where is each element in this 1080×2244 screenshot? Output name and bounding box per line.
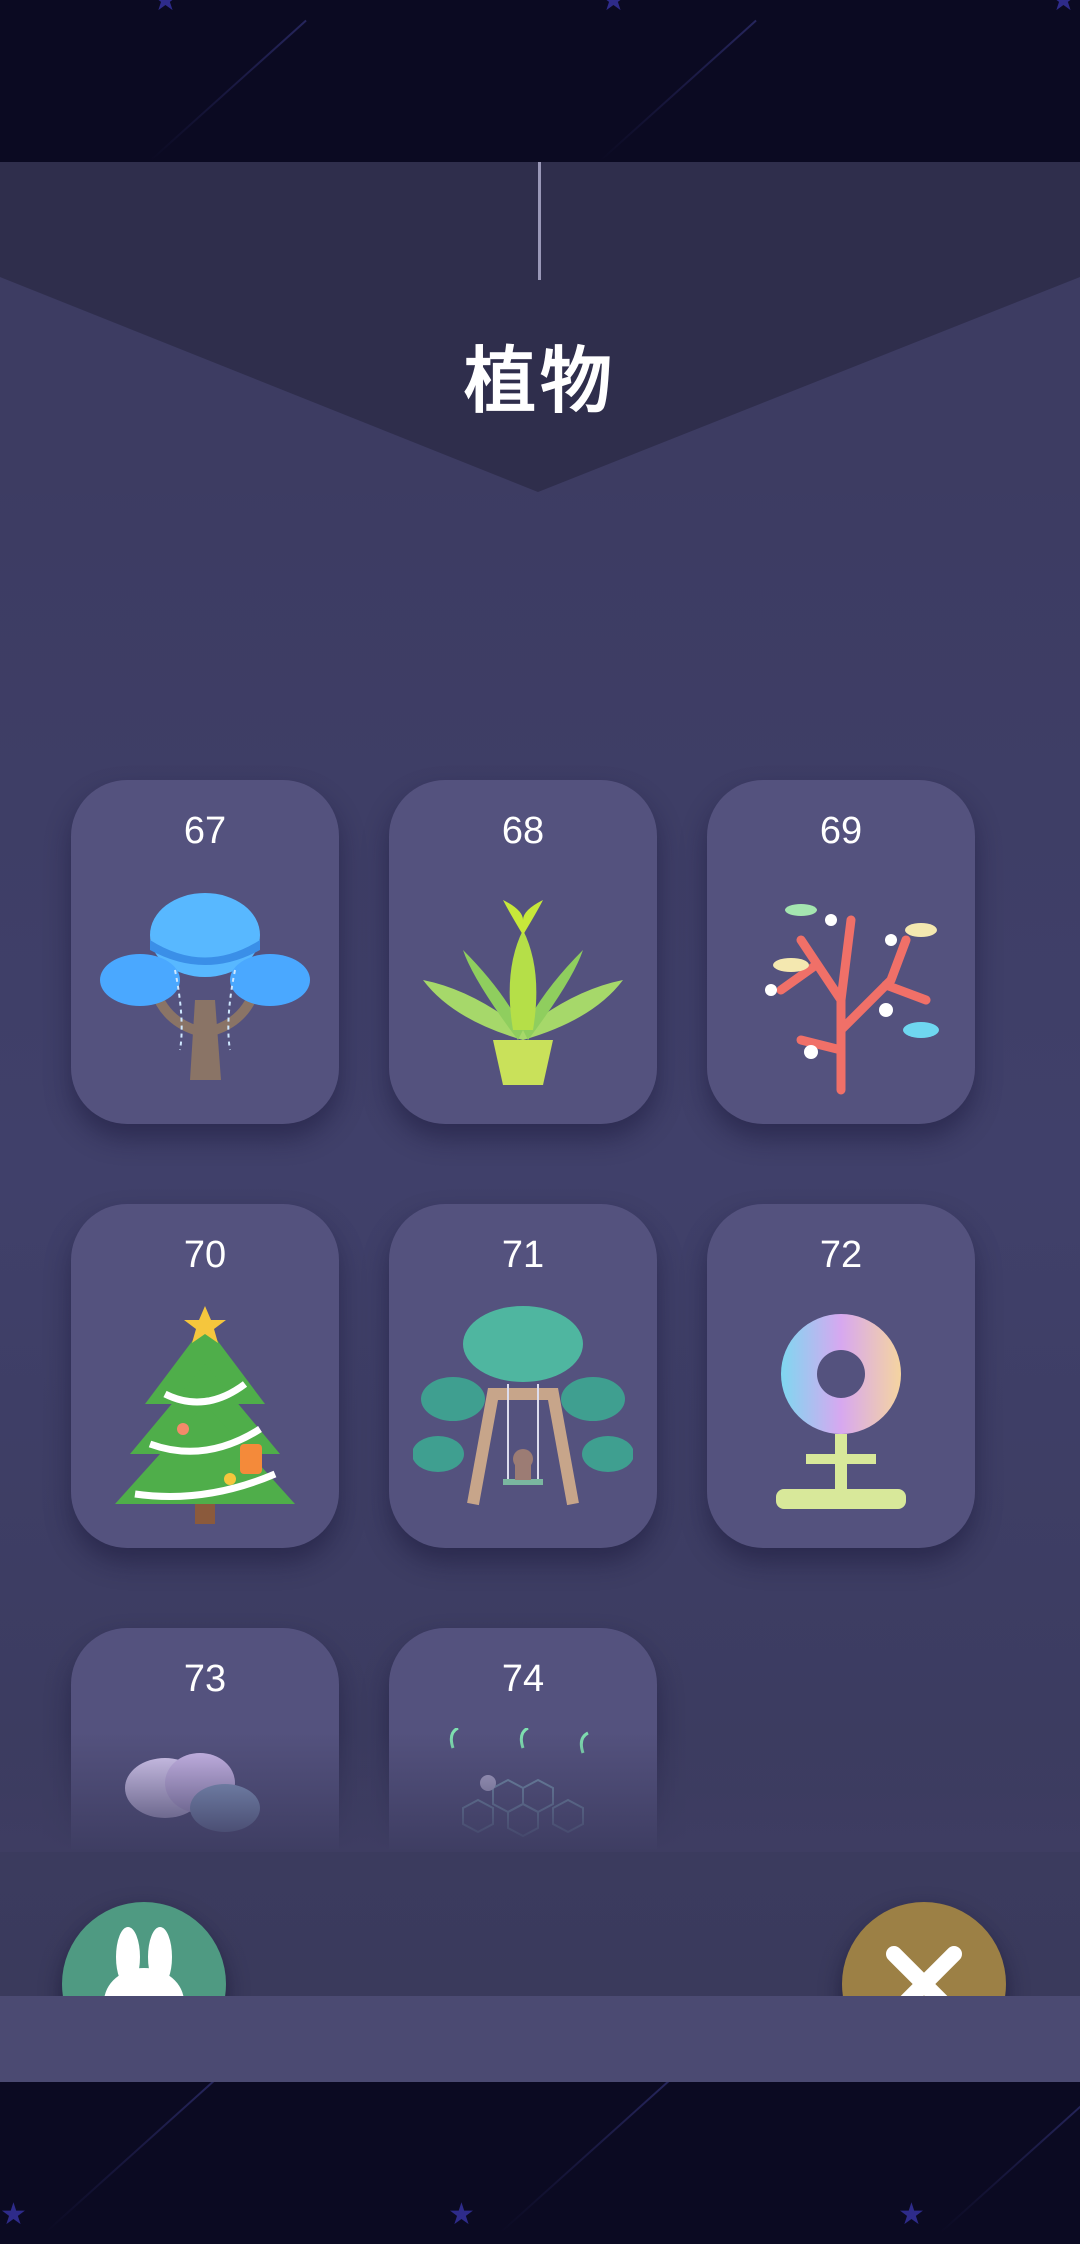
panel-footer	[0, 1996, 1080, 2082]
plant-card-68[interactable]: 68	[389, 780, 657, 1124]
star-streak	[44, 2082, 217, 2234]
card-number: 74	[501, 1658, 545, 1700]
plant-collection-panel: 植物 67 68 69 70 71 72 73 74	[0, 162, 1080, 1996]
card-number: 69	[819, 810, 863, 852]
star-icon: ★	[600, 0, 627, 17]
plant-card-72[interactable]: 72	[707, 1204, 975, 1548]
star-streak	[149, 19, 307, 162]
close-button[interactable]	[842, 1902, 1006, 1996]
rabbit-button[interactable]	[62, 1902, 226, 1996]
star-streak	[939, 2098, 1080, 2234]
christmas-tree-icon	[115, 1306, 295, 1524]
card-number: 67	[183, 810, 227, 852]
jellyfish-tree-icon	[100, 893, 310, 1080]
plant-card-67[interactable]: 67	[71, 780, 339, 1124]
star-icon: ★	[0, 2198, 27, 2231]
close-icon	[886, 1946, 962, 1996]
star-icon: ★	[448, 2198, 475, 2231]
card-number: 68	[501, 810, 545, 852]
star-icon: ★	[898, 2198, 925, 2231]
card-number: 72	[819, 1234, 863, 1276]
page-title: 植物	[463, 342, 616, 422]
coral-tree-icon	[765, 904, 939, 1095]
plant-card-69[interactable]: 69	[707, 780, 975, 1124]
bottom-space-background: ★ ★ ★	[0, 2082, 1080, 2244]
card-number: 73	[183, 1658, 227, 1700]
swing-tree-icon	[413, 1306, 633, 1506]
star-icon: ★	[152, 0, 179, 17]
plant-card-70[interactable]: 70	[71, 1204, 339, 1548]
pixel-flower-icon	[776, 1314, 906, 1509]
star-streak	[599, 19, 757, 162]
rabbit-icon	[104, 1927, 184, 1996]
star-icon: ★	[1050, 0, 1077, 17]
plant-grid: 67 68 69 70 71 72 73 74	[0, 582, 1080, 1852]
card-number: 70	[183, 1234, 227, 1276]
card-number: 71	[501, 1234, 545, 1276]
grid-scroll-fade	[0, 1732, 1080, 1852]
top-space-background: ★ ★ ★	[0, 0, 1080, 162]
banner-string	[538, 162, 541, 280]
star-streak	[499, 2082, 672, 2234]
mermaid-plant-icon	[423, 900, 623, 1085]
plant-card-71[interactable]: 71	[389, 1204, 657, 1548]
